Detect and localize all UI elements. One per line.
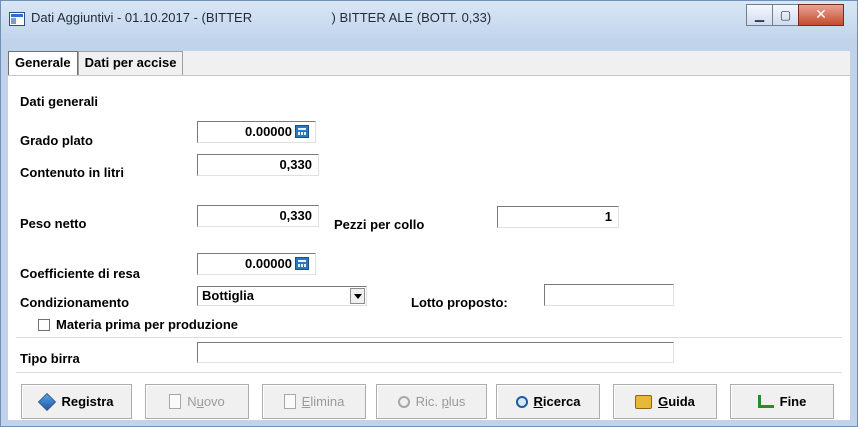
contenuto-litri-label: Contenuto in litri (20, 165, 124, 180)
contenuto-litri-field[interactable]: 0,330 (197, 154, 319, 176)
window-title: Dati Aggiuntivi - 01.10.2017 - (BITTER )… (31, 10, 492, 25)
grado-plato-value: 0.00000 (245, 124, 292, 139)
close-button[interactable]: ✕ (798, 4, 844, 26)
peso-netto-field[interactable]: 0,330 (197, 205, 319, 227)
chevron-down-icon[interactable] (350, 288, 365, 304)
exit-icon (757, 395, 774, 408)
guida-button[interactable]: Guida (613, 384, 717, 419)
search-icon (397, 395, 410, 408)
nuovo-label: Nuovo (187, 394, 225, 409)
materia-prima-checkbox[interactable] (38, 319, 50, 331)
maximize-icon: ▢ (779, 8, 792, 22)
tipo-birra-field[interactable] (197, 342, 674, 363)
condizionamento-value: Bottiglia (202, 288, 254, 303)
save-icon (38, 392, 57, 411)
calculator-icon[interactable] (295, 125, 309, 138)
title-bar[interactable]: Dati Aggiuntivi - 01.10.2017 - (BITTER )… (1, 1, 857, 39)
client-area: Generale Dati per accise Dati generali G… (8, 51, 850, 420)
lotto-proposto-field[interactable] (544, 284, 674, 306)
minimize-button[interactable]: ▁ (746, 4, 773, 26)
pezzi-collo-label: Pezzi per collo (334, 217, 425, 232)
elimina-label: Elimina (301, 394, 345, 409)
tipo-birra-label: Tipo birra (20, 351, 80, 366)
section-title: Dati generali (20, 94, 99, 109)
calculator-icon[interactable] (295, 257, 309, 270)
window-controls: ▁ ▢ ✕ (746, 4, 844, 26)
condizionamento-label: Condizionamento (20, 295, 130, 310)
delete-document-icon (283, 394, 296, 409)
coefficiente-resa-value: 0.00000 (245, 256, 292, 271)
search-icon (515, 395, 528, 408)
lotto-proposto-label: Lotto proposto: (411, 295, 508, 310)
guida-label: Guida (658, 394, 695, 409)
dialog-window: Dati Aggiuntivi - 01.10.2017 - (BITTER )… (0, 0, 858, 427)
ricerca-button[interactable]: Ricerca (496, 384, 600, 419)
tab-panel-generale: Dati generali Grado plato 0.00000 Conten… (8, 75, 850, 420)
ric-plus-button[interactable]: Ric. plus (376, 384, 487, 419)
tab-strip: Generale Dati per accise (8, 51, 184, 76)
grado-plato-label: Grado plato (20, 133, 93, 148)
fine-label: Fine (779, 394, 807, 409)
close-icon: ✕ (815, 7, 827, 23)
peso-netto-label: Peso netto (20, 216, 87, 231)
book-icon (635, 394, 653, 409)
divider (16, 337, 842, 338)
maximize-button[interactable]: ▢ (772, 4, 799, 26)
app-icon[interactable] (9, 12, 25, 26)
registra-button[interactable]: Registra (21, 384, 132, 419)
elimina-button[interactable]: Elimina (262, 384, 366, 419)
ricerca-label: Ricerca (533, 394, 581, 409)
pezzi-collo-field[interactable]: 1 (497, 206, 619, 228)
nuovo-button[interactable]: Nuovo (145, 384, 249, 419)
tab-generale[interactable]: Generale (8, 51, 78, 76)
coefficiente-resa-label: Coefficiente di resa (20, 266, 140, 281)
registra-label: Registra (61, 394, 114, 409)
condizionamento-select[interactable]: Bottiglia (197, 286, 367, 306)
divider (16, 372, 842, 373)
fine-button[interactable]: Fine (730, 384, 834, 419)
grado-plato-field[interactable]: 0.00000 (197, 121, 316, 143)
minimize-icon: ▁ (754, 8, 765, 22)
ric-plus-label: Ric. plus (415, 394, 466, 409)
tab-dati-per-accise[interactable]: Dati per accise (77, 51, 184, 75)
new-document-icon (169, 394, 182, 409)
coefficiente-resa-field[interactable]: 0.00000 (197, 253, 316, 275)
materia-prima-label: Materia prima per produzione (56, 317, 239, 332)
